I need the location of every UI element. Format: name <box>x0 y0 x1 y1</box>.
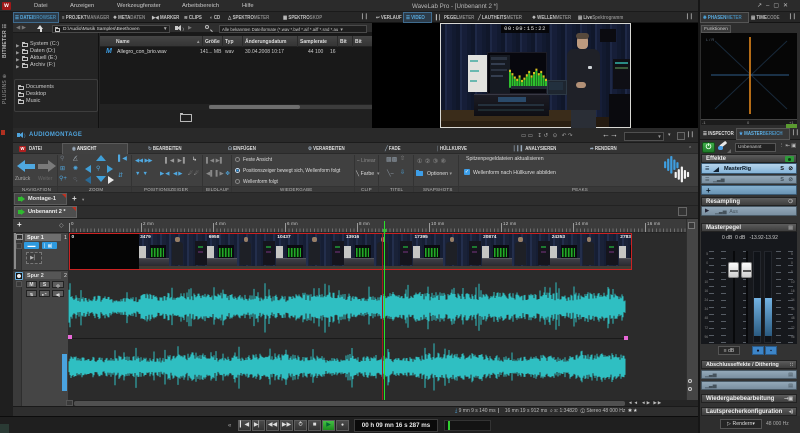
svg-text:L / R: L / R <box>706 37 714 42</box>
